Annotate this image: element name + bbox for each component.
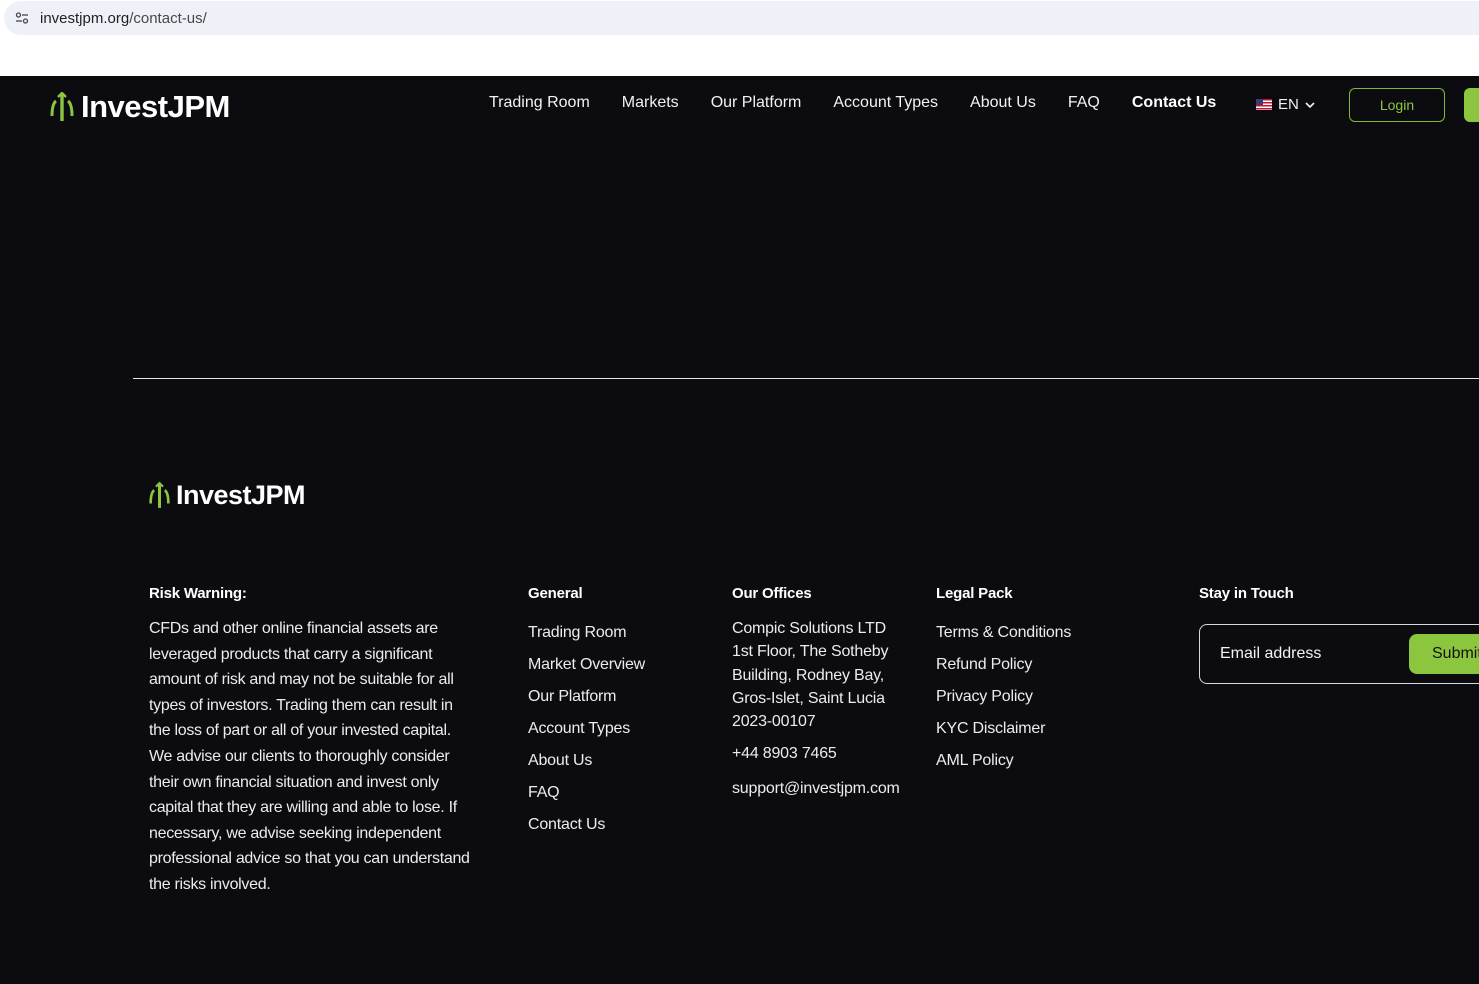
footer-link-trading-room[interactable]: Trading Room [528, 623, 645, 655]
url-host: investjpm.org [40, 9, 130, 27]
footer-logo[interactable]: InvestJPM [148, 480, 306, 511]
newsletter-title: Stay in Touch [1199, 585, 1294, 602]
registration-number: 2023-00107 [732, 713, 816, 731]
url-path: /contact-us/ [129, 9, 207, 27]
nav-account-types[interactable]: Account Types [833, 94, 938, 112]
nav-trading-room[interactable]: Trading Room [489, 94, 590, 112]
brand-name: InvestJPM [81, 89, 230, 124]
general-title: General [528, 585, 583, 602]
footer-link-about-us[interactable]: About Us [528, 751, 645, 783]
address-bar[interactable]: investjpm.org/contact-us/ [4, 1, 1479, 35]
nav-markets[interactable]: Markets [622, 94, 679, 112]
offices-info: Compic Solutions LTD 1st Floor, The Soth… [732, 617, 912, 800]
newsletter-form: Submit [1199, 624, 1479, 684]
chevron-down-icon [1305, 101, 1315, 108]
general-links: Trading Room Market Overview Our Platfor… [528, 623, 645, 847]
footer-link-privacy-policy[interactable]: Privacy Policy [936, 687, 1071, 719]
company-name: Compic Solutions LTD [732, 620, 886, 637]
risk-warning-text: CFDs and other online financial assets a… [149, 620, 470, 893]
login-button[interactable]: Login [1349, 88, 1445, 122]
office-phone[interactable]: +44 8903 7465 [732, 742, 912, 765]
footer-link-faq[interactable]: FAQ [528, 783, 645, 815]
legal-title: Legal Pack [936, 585, 1013, 602]
url-text: investjpm.org/contact-us/ [40, 10, 207, 27]
footer-link-refund-policy[interactable]: Refund Policy [936, 655, 1071, 687]
header-logo[interactable]: InvestJPM [49, 89, 230, 125]
site-header: InvestJPM Trading Room Markets Our Platf… [0, 76, 1479, 136]
office-email[interactable]: support@investjpm.com [732, 777, 912, 800]
footer-link-contact-us[interactable]: Contact Us [528, 815, 645, 847]
footer-link-kyc-disclaimer[interactable]: KYC Disclaimer [936, 719, 1071, 751]
signup-button[interactable] [1464, 88, 1479, 122]
nav-our-platform[interactable]: Our Platform [711, 94, 802, 112]
footer-link-aml-policy[interactable]: AML Policy [936, 751, 1071, 783]
language-selector[interactable]: EN [1256, 96, 1315, 113]
legal-links: Terms & Conditions Refund Policy Privacy… [936, 623, 1071, 783]
nav-faq[interactable]: FAQ [1068, 94, 1100, 112]
footer-brand-name: InvestJPM [176, 480, 306, 510]
nav-about-us[interactable]: About Us [970, 94, 1036, 112]
footer-link-account-types[interactable]: Account Types [528, 719, 645, 751]
logo-mark-icon [149, 482, 170, 508]
logo-mark-icon [50, 92, 74, 121]
offices-title: Our Offices [732, 585, 812, 602]
footer-link-market-overview[interactable]: Market Overview [528, 655, 645, 687]
site-settings-icon[interactable] [14, 10, 30, 26]
footer-link-our-platform[interactable]: Our Platform [528, 687, 645, 719]
footer-link-terms[interactable]: Terms & Conditions [936, 623, 1071, 655]
language-label: EN [1278, 96, 1299, 113]
main-nav: Trading Room Markets Our Platform Accoun… [489, 94, 1248, 112]
section-divider [133, 378, 1479, 379]
nav-contact-us[interactable]: Contact Us [1132, 94, 1216, 112]
browser-chrome: investjpm.org/contact-us/ [0, 0, 1479, 76]
risk-warning-title: Risk Warning: [149, 585, 247, 602]
office-address: 1st Floor, The Sotheby Building, Rodney … [732, 643, 889, 707]
us-flag-icon [1256, 99, 1272, 110]
newsletter-submit-button[interactable]: Submit [1409, 634, 1479, 674]
newsletter-email-input[interactable] [1220, 645, 1400, 663]
